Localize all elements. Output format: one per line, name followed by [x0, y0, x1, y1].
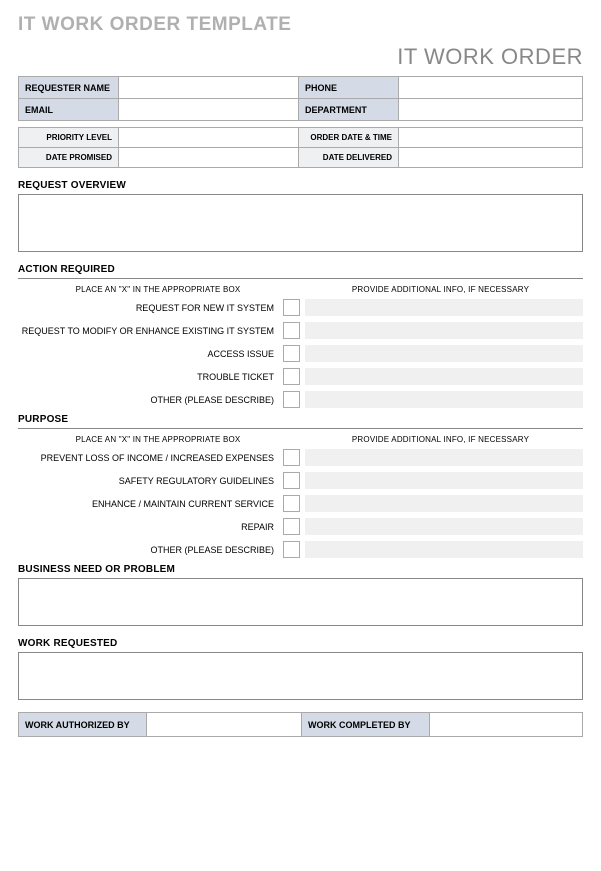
purpose-checkbox[interactable] [283, 495, 300, 512]
purpose-label: OTHER (PLEASE DESCRIBE) [18, 545, 278, 555]
additional-info-hint: PROVIDE ADDITIONAL INFO, IF NECESSARY [298, 285, 583, 294]
purpose-info-field[interactable] [305, 449, 583, 466]
action-checkbox[interactable] [283, 391, 300, 408]
authorized-field[interactable] [147, 713, 302, 737]
action-checkbox[interactable] [283, 368, 300, 385]
purpose-checkbox[interactable] [283, 472, 300, 489]
action-hint-row: PLACE AN "X" IN THE APPROPRIATE BOX PROV… [18, 285, 583, 294]
completed-label: WORK COMPLETED BY [302, 713, 430, 737]
business-need-heading: BUSINESS NEED OR PROBLEM [18, 564, 583, 575]
action-row: OTHER (PLEASE DESCRIBE) [18, 391, 583, 408]
purpose-label: ENHANCE / MAINTAIN CURRENT SERVICE [18, 499, 278, 509]
action-required-heading: ACTION REQUIRED [18, 264, 583, 275]
action-row: ACCESS ISSUE [18, 345, 583, 362]
footer-table: WORK AUTHORIZED BY WORK COMPLETED BY [18, 712, 583, 737]
date-delivered-label: DATE DELIVERED [299, 148, 399, 168]
purpose-checkbox[interactable] [283, 518, 300, 535]
order-date-field[interactable] [399, 128, 583, 148]
additional-info-hint: PROVIDE ADDITIONAL INFO, IF NECESSARY [298, 435, 583, 444]
purpose-row: OTHER (PLEASE DESCRIBE) [18, 541, 583, 558]
request-overview-heading: REQUEST OVERVIEW [18, 180, 583, 191]
purpose-checkbox[interactable] [283, 449, 300, 466]
purpose-info-field[interactable] [305, 541, 583, 558]
divider [18, 428, 583, 429]
action-row: REQUEST FOR NEW IT SYSTEM [18, 299, 583, 316]
purpose-row: PREVENT LOSS OF INCOME / INCREASED EXPEN… [18, 449, 583, 466]
action-label: TROUBLE TICKET [18, 372, 278, 382]
action-info-field[interactable] [305, 345, 583, 362]
date-delivered-field[interactable] [399, 148, 583, 168]
department-field[interactable] [399, 99, 583, 121]
purpose-row: REPAIR [18, 518, 583, 535]
phone-label: PHONE [299, 77, 399, 99]
divider [18, 278, 583, 279]
email-label: EMAIL [19, 99, 119, 121]
date-promised-field[interactable] [119, 148, 299, 168]
purpose-heading: PURPOSE [18, 414, 583, 425]
priority-label: PRIORITY LEVEL [19, 128, 119, 148]
purpose-label: REPAIR [18, 522, 278, 532]
place-x-hint: PLACE AN "X" IN THE APPROPRIATE BOX [18, 435, 298, 444]
priority-field[interactable] [119, 128, 299, 148]
purpose-info-field[interactable] [305, 472, 583, 489]
request-overview-box[interactable] [18, 194, 583, 252]
purpose-row: SAFETY REGULATORY GUIDELINES [18, 472, 583, 489]
email-field[interactable] [119, 99, 299, 121]
main-title: IT WORK ORDER TEMPLATE [18, 14, 583, 36]
requester-name-field[interactable] [119, 77, 299, 99]
authorized-label: WORK AUTHORIZED BY [19, 713, 147, 737]
action-info-field[interactable] [305, 368, 583, 385]
phone-field[interactable] [399, 77, 583, 99]
completed-field[interactable] [430, 713, 583, 737]
action-checkbox[interactable] [283, 345, 300, 362]
requester-table: REQUESTER NAME PHONE EMAIL DEPARTMENT [18, 76, 583, 121]
action-label: ACCESS ISSUE [18, 349, 278, 359]
date-promised-label: DATE PROMISED [19, 148, 119, 168]
action-row: TROUBLE TICKET [18, 368, 583, 385]
requester-name-label: REQUESTER NAME [19, 77, 119, 99]
purpose-label: PREVENT LOSS OF INCOME / INCREASED EXPEN… [18, 453, 278, 463]
action-label: OTHER (PLEASE DESCRIBE) [18, 395, 278, 405]
action-checkbox[interactable] [283, 299, 300, 316]
action-row: REQUEST TO MODIFY OR ENHANCE EXISTING IT… [18, 322, 583, 339]
purpose-checkbox[interactable] [283, 541, 300, 558]
purpose-hint-row: PLACE AN "X" IN THE APPROPRIATE BOX PROV… [18, 435, 583, 444]
purpose-info-field[interactable] [305, 495, 583, 512]
department-label: DEPARTMENT [299, 99, 399, 121]
work-requested-heading: WORK REQUESTED [18, 638, 583, 649]
action-info-field[interactable] [305, 322, 583, 339]
purpose-label: SAFETY REGULATORY GUIDELINES [18, 476, 278, 486]
action-label: REQUEST TO MODIFY OR ENHANCE EXISTING IT… [18, 326, 278, 336]
action-info-field[interactable] [305, 391, 583, 408]
sub-title: IT WORK ORDER [18, 44, 583, 70]
action-checkbox[interactable] [283, 322, 300, 339]
meta-table: PRIORITY LEVEL ORDER DATE & TIME DATE PR… [18, 127, 583, 168]
action-label: REQUEST FOR NEW IT SYSTEM [18, 303, 278, 313]
work-requested-box[interactable] [18, 652, 583, 700]
purpose-row: ENHANCE / MAINTAIN CURRENT SERVICE [18, 495, 583, 512]
order-date-label: ORDER DATE & TIME [299, 128, 399, 148]
action-info-field[interactable] [305, 299, 583, 316]
place-x-hint: PLACE AN "X" IN THE APPROPRIATE BOX [18, 285, 298, 294]
purpose-info-field[interactable] [305, 518, 583, 535]
business-need-box[interactable] [18, 578, 583, 626]
